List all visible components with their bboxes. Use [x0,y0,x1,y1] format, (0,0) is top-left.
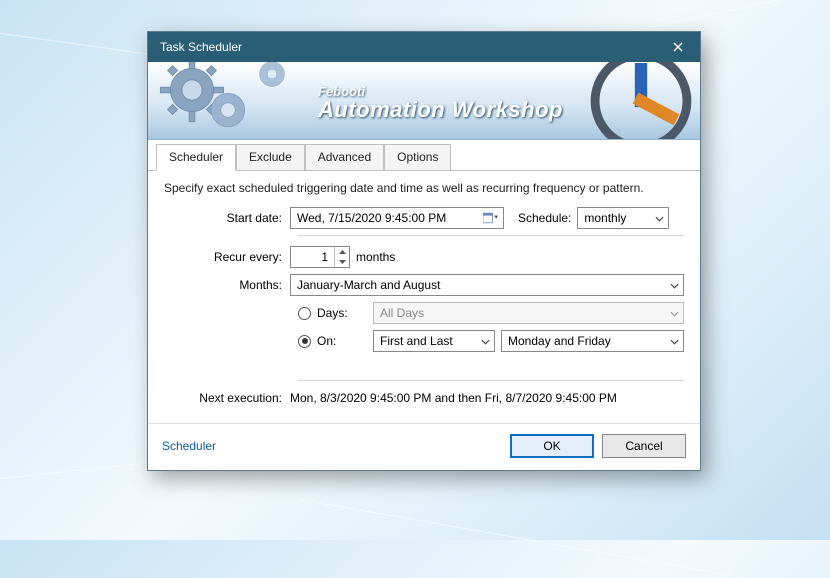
weekday-value: Monday and Friday [508,334,611,348]
window-title: Task Scheduler [160,40,242,54]
chevron-down-icon [670,334,679,348]
recur-spinner[interactable]: 1 [290,246,350,268]
tab-advanced[interactable]: Advanced [305,144,384,170]
description-text: Specify exact scheduled triggering date … [164,181,684,195]
calendar-dropdown-icon[interactable] [481,209,501,227]
schedule-value: monthly [584,211,626,225]
months-select[interactable]: January-March and August [290,274,684,296]
banner-product: Automation Workshop [318,97,563,123]
banner: Febooti Automation Workshop [148,62,700,140]
days-radio[interactable] [298,307,311,320]
days-radio-label: Days: [317,306,373,320]
months-label: Months: [164,278,290,292]
task-scheduler-dialog: Task Scheduler Febooti Automation Worksh… [147,31,701,471]
start-date-value: Wed, 7/15/2020 9:45:00 PM [297,211,446,225]
weekday-select[interactable]: Monday and Friday [501,330,684,352]
spinner-down[interactable] [335,257,349,267]
schedule-label: Schedule: [518,211,571,225]
next-execution-label: Next execution: [164,391,290,405]
ordinal-select[interactable]: First and Last [373,330,495,352]
tab-options[interactable]: Options [384,144,451,170]
days-value: All Days [380,306,424,320]
months-value: January-March and August [297,278,440,292]
close-button[interactable] [664,37,692,57]
cancel-button[interactable]: Cancel [602,434,686,458]
chevron-down-icon [670,306,679,320]
gear-icon [248,62,296,98]
recur-label: Recur every: [164,250,290,264]
recur-value: 1 [291,250,334,264]
close-icon [673,42,683,52]
ordinal-value: First and Last [380,334,453,348]
tab-exclude[interactable]: Exclude [236,144,305,170]
on-radio-label: On: [317,334,373,348]
titlebar: Task Scheduler [148,32,700,62]
chevron-down-icon [481,334,490,348]
spinner-up[interactable] [335,247,349,257]
tab-scheduler[interactable]: Scheduler [156,144,236,171]
recur-unit: months [356,250,395,264]
clock-icon [588,62,694,140]
help-link[interactable]: Scheduler [162,439,216,453]
days-select[interactable]: All Days [373,302,684,324]
on-radio[interactable] [298,335,311,348]
chevron-down-icon [655,211,664,225]
chevron-down-icon [670,278,679,292]
next-execution-value: Mon, 8/3/2020 9:45:00 PM and then Fri, 8… [290,391,617,405]
schedule-select[interactable]: monthly [577,207,669,229]
tab-bar: Scheduler Exclude Advanced Options [148,140,700,171]
start-date-label: Start date: [164,211,290,225]
ok-button[interactable]: OK [510,434,594,458]
start-date-input[interactable]: Wed, 7/15/2020 9:45:00 PM [290,207,504,229]
